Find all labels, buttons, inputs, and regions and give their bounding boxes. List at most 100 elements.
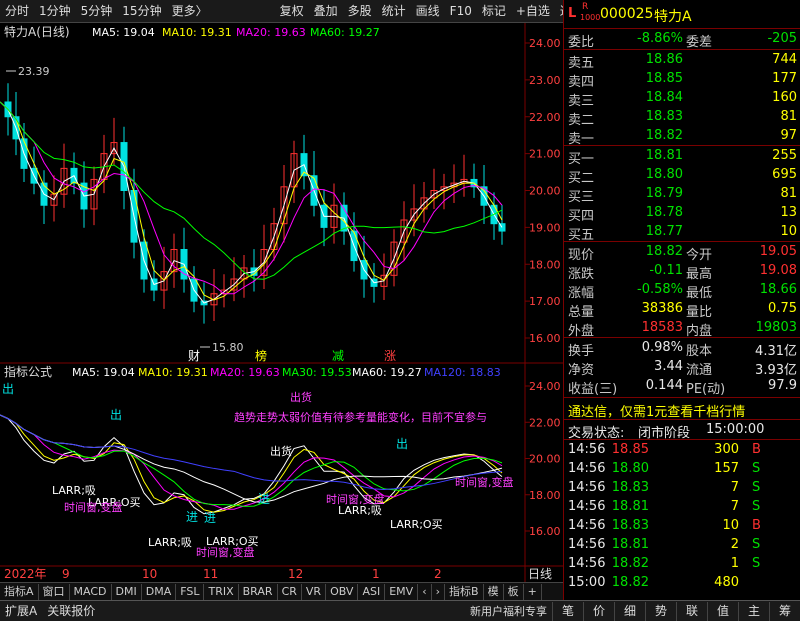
f10-button[interactable]: F10 — [445, 0, 477, 22]
mark-button[interactable]: 标记 — [477, 0, 511, 22]
indicator-tab[interactable]: EMV — [385, 583, 419, 600]
side-tab[interactable]: 联 — [676, 601, 707, 621]
indicator-tab[interactable]: CR — [278, 583, 302, 600]
x-axis: 2022年 9 10 11 12 1 2 日线 — [4, 567, 552, 581]
signal-out-goods-2: 出货 — [270, 444, 292, 458]
indicator-tab[interactable]: + — [524, 583, 542, 600]
side-tab[interactable]: 主 — [738, 601, 769, 621]
y-tick-label: 24.00 — [529, 37, 561, 50]
order-book-buy-row[interactable]: 买一 18.81 255 — [564, 147, 800, 167]
quote-row: 总量 38386 量比 0.75 — [568, 301, 797, 320]
side-tab[interactable]: 筹 — [769, 601, 800, 621]
order-book-buy-row[interactable]: 买三 18.79 81 — [564, 185, 800, 205]
indicator-tab[interactable]: 指标B — [445, 583, 484, 600]
indicator-tab[interactable]: TRIX — [204, 583, 239, 600]
signal-out-1: 出 — [2, 382, 14, 396]
bottom-bar: 扩展A 关联报价 新用户福利专享 笔价细势联值主筹 — [0, 600, 800, 621]
order-book-sell-row[interactable]: 卖二 18.83 81 — [564, 108, 800, 128]
side-tab[interactable]: 势 — [645, 601, 676, 621]
period-tab-1min[interactable]: 1分钟 — [34, 0, 76, 22]
tick-row: 14:56 18.80 157 S — [568, 461, 761, 476]
tick-row: 14:56 18.83 7 S — [568, 480, 761, 495]
kline-chart[interactable]: 24.00 23.00 22.00 21.00 20.00 19.00 18.00 17.00… — [0, 23, 563, 582]
order-book-buy-row[interactable]: 买四 18.78 13 — [564, 204, 800, 224]
ind-ma10-legend: MA10: 19.31 — [138, 366, 208, 379]
quote-row: 现价 18.82 今开 19.05 — [568, 244, 797, 263]
signal-window-1: 时间窗,变盘 — [64, 500, 123, 514]
indicator-y-axis: 24.00 22.00 20.00 18.00 16.00 — [525, 380, 561, 538]
restore-rights-button[interactable]: 复权 — [275, 0, 309, 22]
promo-link[interactable]: 新用户福利专享 — [465, 602, 552, 621]
period-tab-15min[interactable]: 15分钟 — [117, 0, 166, 22]
quote-panel: L R 1000 000025 特力A 委比 -8.86% 委差 -205 通达… — [563, 0, 800, 600]
ind-ma20-legend: MA20: 19.63 — [210, 366, 280, 379]
signal-larr-2: LARR;吸 — [148, 536, 192, 549]
tick-row: 14:56 18.82 1 S — [568, 556, 761, 571]
multi-stock-button[interactable]: 多股 — [343, 0, 377, 22]
period-tab-more[interactable]: 更多〉 — [167, 0, 213, 22]
ind-ma60-legend: MA60: 19.27 — [352, 366, 422, 379]
weibi-row: 委比 -8.86% 委差 -205 — [568, 31, 797, 50]
badge-l: L — [568, 6, 577, 21]
indicator-tab[interactable]: DMI — [112, 583, 142, 600]
x-label-nov: 11 — [203, 567, 218, 581]
indicator-tab[interactable]: 模 — [484, 583, 504, 600]
indicator-tab[interactable]: › — [432, 583, 446, 600]
indicator-tab[interactable]: 窗口 — [39, 583, 70, 600]
ind-y-tick-label: 20.00 — [529, 453, 561, 466]
indicator-tab[interactable]: BRAR — [239, 583, 278, 600]
y-tick-label: 21.00 — [529, 148, 561, 161]
side-tab[interactable]: 笔 — [552, 601, 583, 621]
side-tab[interactable]: 值 — [707, 601, 738, 621]
high-price-label: 23.39 — [18, 65, 50, 78]
ind-y-tick-label: 18.00 — [529, 489, 561, 502]
indicator-tab[interactable]: 指标A — [0, 583, 39, 600]
order-book-sell-row[interactable]: 卖四 18.85 177 — [564, 70, 800, 90]
add-watchlist-button[interactable]: +自选 — [511, 0, 555, 22]
indicator-tab[interactable]: ‹ — [418, 583, 432, 600]
signal-larr-3: LARR;吸 — [338, 504, 382, 517]
indicator-tab[interactable]: FSL — [176, 583, 205, 600]
indicator-tab[interactable]: ASI — [358, 583, 386, 600]
ind-y-tick-label: 22.00 — [529, 416, 561, 429]
main-ma20-legend: MA20: 19.63 — [236, 26, 306, 39]
quote-row: 外盘 18583 内盘 19803 — [568, 320, 797, 339]
signal-out-2: 出 — [110, 408, 122, 422]
indicator-tab[interactable]: DMA — [142, 583, 177, 600]
event-marker-finance[interactable]: 财 — [188, 349, 200, 363]
quote-row: 涨幅 -0.58% 最低 18.66 — [568, 282, 797, 301]
order-book-sell-row[interactable]: 卖三 18.84 160 — [564, 89, 800, 109]
indicator-tab[interactable]: MACD — [70, 583, 112, 600]
statistics-button[interactable]: 统计 — [377, 0, 411, 22]
main-ma10-legend: MA10: 19.31 — [162, 26, 232, 39]
tab-related-quotes[interactable]: 关联报价 — [42, 602, 100, 621]
ind-ma30-legend: MA30: 19.53 — [282, 366, 352, 379]
signal-larr-o-3: LARR;O买 — [390, 518, 443, 531]
draw-line-button[interactable]: 画线 — [411, 0, 445, 22]
order-book-sell-row[interactable]: 卖五 18.86 744 — [564, 51, 800, 71]
main-ma60-legend: MA60: 19.27 — [310, 26, 380, 39]
order-book-sell-row[interactable]: 卖一 18.82 97 — [564, 127, 800, 147]
period-tab-timeshare[interactable]: 分时 — [0, 0, 34, 22]
quote-row: 涨跌 -0.11 最高 19.08 — [568, 263, 797, 282]
order-book-buy-row[interactable]: 买五 18.77 10 — [564, 223, 800, 243]
ad-banner[interactable]: 通达信，仅需1元查看千档行情 — [564, 400, 800, 420]
event-marker-list[interactable]: 榜 — [255, 348, 267, 363]
period-tab-5min[interactable]: 5分钟 — [76, 0, 118, 22]
badge-r: R — [582, 2, 589, 12]
side-tab[interactable]: 细 — [614, 601, 645, 621]
event-marker-reduce[interactable]: 减 — [332, 349, 344, 363]
tick-row: 14:56 18.85 300 B — [568, 442, 761, 457]
order-book-buy-row[interactable]: 买二 18.80 695 — [564, 166, 800, 186]
indicator-tab[interactable]: 板 — [504, 583, 524, 600]
overlay-button[interactable]: 叠加 — [309, 0, 343, 22]
side-tab[interactable]: 价 — [583, 601, 614, 621]
stock-header: L R 1000 000025 特力A — [564, 2, 800, 26]
event-marker-rise[interactable]: 涨 — [384, 348, 396, 363]
indicator-tab[interactable]: VR — [302, 583, 327, 600]
tab-extend-a[interactable]: 扩展A — [0, 602, 42, 621]
stats-row: 换手 0.98% 股本 4.31亿 — [568, 340, 797, 359]
y-tick-label: 19.00 — [529, 221, 561, 234]
indicator-tab[interactable]: OBV — [326, 583, 359, 600]
x-label-sep: 9 — [62, 567, 70, 581]
